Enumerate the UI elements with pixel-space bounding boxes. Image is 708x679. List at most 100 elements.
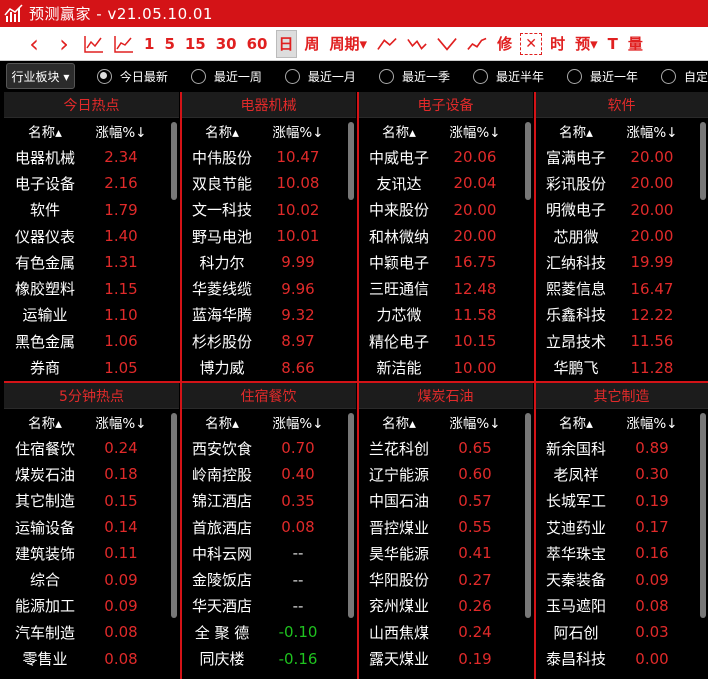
radio-button-icon[interactable] [96,68,112,84]
table-row[interactable]: 玉马遮阳 0.08 [535,593,708,619]
table-row[interactable]: 华天酒店 -- [181,593,356,619]
period-day-button[interactable]: 日 [275,29,297,58]
change-column-header[interactable]: 涨幅%↓ [440,412,510,432]
table-row[interactable]: 友讯达 20.04 [358,170,533,196]
table-row[interactable]: 辽宁能源 0.60 [358,461,533,487]
radio-button-icon[interactable] [378,68,394,84]
table-row[interactable]: 野马电池 10.01 [181,223,356,249]
table-row[interactable]: 券商 1.05 [4,354,179,380]
table-row[interactable]: 西安饮食 0.70 [181,435,356,461]
panel-title[interactable]: 电器机械 [181,92,356,118]
radio-button-icon[interactable] [472,68,488,84]
table-row[interactable]: 晋控煤业 0.55 [358,514,533,540]
period-week-button[interactable]: 周 [303,30,322,58]
sector-select[interactable]: 行业板块 ▾ [6,63,75,89]
table-row[interactable]: 其它制造 0.15 [4,488,179,514]
name-column-header[interactable]: 名称▴ [181,121,263,141]
table-row[interactable]: 运输业 1.10 [4,302,179,328]
table-row[interactable]: 华鹏飞 11.28 [535,354,708,380]
table-row[interactable]: 博力威 8.66 [181,354,356,380]
table-row[interactable]: 软件 1.79 [4,197,179,223]
table-row[interactable]: 蓝海华腾 9.32 [181,302,356,328]
change-column-header[interactable]: 涨幅%↓ [617,121,687,141]
table-row[interactable]: 泰昌科技 0.00 [535,645,708,671]
name-column-header[interactable]: 名称▴ [358,121,440,141]
table-row[interactable]: 力芯微 11.58 [358,302,533,328]
trend-chart-icon[interactable] [112,30,136,58]
change-column-header[interactable]: 涨幅%↓ [617,412,687,432]
table-row[interactable]: 综合 0.09 [4,566,179,592]
table-row[interactable]: 芯朋微 20.00 [535,223,708,249]
predict-menu-button[interactable]: 预▾ [573,30,600,58]
range-option-4[interactable]: 最近半年 [472,68,544,85]
table-row[interactable]: 中威电子 20.06 [358,144,533,170]
panel-title[interactable]: 软件 [535,92,708,118]
scrollbar[interactable] [171,413,177,618]
table-row[interactable]: 兖州煤业 0.26 [358,593,533,619]
panel-title[interactable]: 5分钟热点 [4,383,179,409]
scrollbar[interactable] [700,122,706,200]
range-option-2[interactable]: 最近一月 [284,68,356,85]
period-menu-button[interactable]: 周期▾ [328,30,370,58]
range-option-5[interactable]: 最近一年 [566,68,638,85]
change-column-header[interactable]: 涨幅%↓ [440,121,510,141]
table-row[interactable]: 能源加工 0.09 [4,593,179,619]
radio-button-icon[interactable] [566,68,582,84]
table-row[interactable]: 橡胶塑料 1.15 [4,275,179,301]
edit-button[interactable]: 修 [495,30,514,58]
table-row[interactable]: 同庆楼 -0.16 [181,645,356,671]
table-row[interactable]: 中伟股份 10.47 [181,144,356,170]
table-row[interactable]: 岭南控股 0.40 [181,461,356,487]
range-option-0[interactable]: 今日最新 [96,68,168,85]
table-row[interactable]: 长城军工 0.19 [535,488,708,514]
table-row[interactable]: 中科云网 -- [181,540,356,566]
period-5-button[interactable]: 5 [162,30,176,58]
kline-chart-icon[interactable] [82,30,106,58]
change-column-header[interactable]: 涨幅%↓ [86,412,156,432]
period-30-button[interactable]: 30 [214,30,239,58]
table-row[interactable]: 双良节能 10.08 [181,170,356,196]
table-row[interactable]: 艾迪药业 0.17 [535,514,708,540]
table-row[interactable]: 和林微纳 20.00 [358,223,533,249]
table-row[interactable]: 彩讯股份 20.00 [535,170,708,196]
table-row[interactable]: 首旅酒店 0.08 [181,514,356,540]
panel-title[interactable]: 住宿餐饮 [181,383,356,409]
table-row[interactable]: 杉杉股份 8.97 [181,328,356,354]
table-row[interactable]: 阿石创 0.03 [535,619,708,645]
table-row[interactable]: 富满电子 20.00 [535,144,708,170]
table-row[interactable]: 新洁能 10.00 [358,354,533,380]
range-option-1[interactable]: 最近一周 [190,68,262,85]
table-row[interactable]: 金陵饭店 -- [181,566,356,592]
table-row[interactable]: 新余国科 0.89 [535,435,708,461]
change-column-header[interactable]: 涨幅%↓ [263,412,333,432]
table-row[interactable]: 华菱线缆 9.96 [181,275,356,301]
panel-title[interactable]: 今日热点 [4,92,179,118]
scrollbar[interactable] [348,413,354,618]
table-row[interactable]: 有色金属 1.31 [4,249,179,275]
panel-title[interactable]: 电子设备 [358,92,533,118]
pattern-4-icon[interactable] [465,30,489,58]
range-option-6[interactable]: 自定 [660,68,708,85]
table-row[interactable]: 中国石油 0.57 [358,488,533,514]
panel-title[interactable]: 其它制造 [535,383,708,409]
quantity-button[interactable]: 量 [626,30,645,58]
forward-icon[interactable]: › [52,30,76,58]
table-row[interactable]: 电子设备 2.16 [4,170,179,196]
scrollbar[interactable] [171,122,177,200]
table-row[interactable]: 萃华珠宝 0.16 [535,540,708,566]
table-row[interactable]: 科力尔 9.99 [181,249,356,275]
name-column-header[interactable]: 名称▴ [535,121,617,141]
name-column-header[interactable]: 名称▴ [4,412,86,432]
radio-button-icon[interactable] [660,68,676,84]
table-row[interactable]: 住宿餐饮 0.24 [4,435,179,461]
name-column-header[interactable]: 名称▴ [181,412,263,432]
table-row[interactable]: 露天煤业 0.19 [358,645,533,671]
table-row[interactable]: 电器机械 2.34 [4,144,179,170]
table-row[interactable]: 熙菱信息 16.47 [535,275,708,301]
change-column-header[interactable]: 涨幅%↓ [263,121,333,141]
pattern-3-icon[interactable] [435,30,459,58]
radio-button-icon[interactable] [190,68,206,84]
text-tool-button[interactable]: T [606,30,620,58]
period-15-button[interactable]: 15 [183,30,208,58]
table-row[interactable]: 锦江酒店 0.35 [181,488,356,514]
